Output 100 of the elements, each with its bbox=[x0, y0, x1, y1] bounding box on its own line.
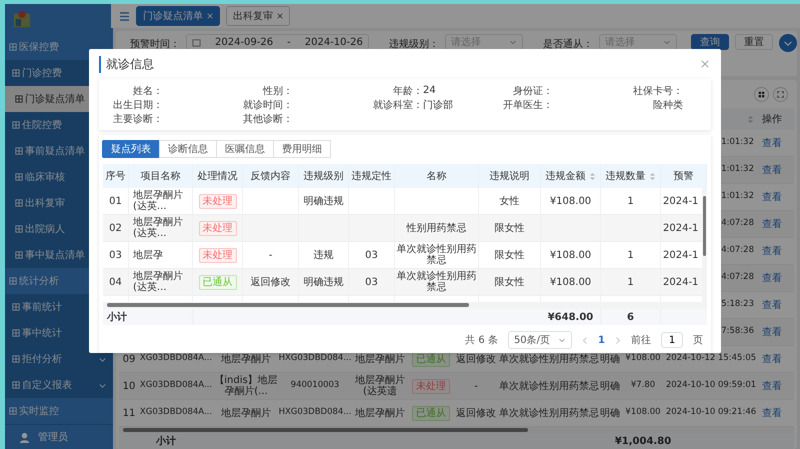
field-label: 险种类 bbox=[652, 98, 683, 112]
filter-label: 预警时间： bbox=[130, 38, 180, 51]
tab[interactable]: 诊断信息 bbox=[159, 140, 217, 158]
grid-icon bbox=[15, 225, 23, 233]
dialog-title: 就诊信息 bbox=[99, 56, 154, 72]
field-label: 主要诊断： bbox=[112, 112, 163, 126]
column-header: 违规说明 bbox=[490, 170, 530, 182]
user-icon bbox=[19, 432, 30, 442]
column-header: 项目名称 bbox=[140, 170, 180, 182]
view-link[interactable]: 查看 bbox=[762, 192, 782, 202]
grid-icon bbox=[9, 277, 17, 285]
fullscreen-icon[interactable] bbox=[773, 86, 788, 102]
field-value: 24 bbox=[423, 85, 436, 96]
tab[interactable]: 医嘱信息 bbox=[216, 140, 274, 158]
grid-icon bbox=[9, 407, 17, 415]
horizontal-scrollbar[interactable] bbox=[103, 302, 707, 309]
menu-icon[interactable] bbox=[119, 12, 130, 20]
horizontal-scrollbar[interactable] bbox=[119, 427, 794, 433]
chevron-icon bbox=[508, 38, 517, 46]
table-cell: ¥108.00 bbox=[550, 276, 592, 288]
table-cell: 4:07:28 bbox=[721, 246, 754, 256]
page-tab[interactable]: 门诊疑点清单 bbox=[136, 6, 220, 26]
page-tab[interactable]: 出科复审 bbox=[226, 6, 290, 26]
status-badge: 未处理 bbox=[198, 220, 236, 236]
field-label: 性别： bbox=[262, 84, 293, 98]
table-cell: 返回修改 bbox=[456, 354, 496, 364]
table-cell: ¥108.00 bbox=[550, 196, 592, 206]
sidebar-item[interactable]: 医保控费 bbox=[5, 34, 113, 60]
table-cell: 地层孕酮片 bbox=[355, 354, 405, 364]
table-cell: 1 bbox=[627, 250, 634, 260]
close-icon[interactable] bbox=[277, 13, 283, 19]
table-cell: HXG03DBD084... bbox=[279, 354, 351, 364]
table-cell: 4:07:28 bbox=[721, 273, 754, 283]
view-link[interactable]: 查看 bbox=[762, 408, 782, 418]
column-header: 违规金额 bbox=[546, 170, 586, 182]
table-cell: 03 bbox=[365, 250, 378, 260]
reset-button[interactable]: 重置 bbox=[734, 34, 773, 50]
sidebar-item[interactable]: 实时监控 bbox=[5, 398, 113, 424]
table-cell: 女性 bbox=[500, 196, 520, 206]
column-header: 预警 bbox=[674, 170, 694, 182]
previous-page-icon[interactable] bbox=[582, 336, 588, 344]
table-cell: 性别用药禁忌 bbox=[406, 222, 466, 234]
table-cell: 1:01:32 bbox=[721, 192, 754, 202]
table-cell: 明确 bbox=[600, 354, 620, 364]
table-cell: 10 bbox=[122, 380, 136, 392]
column-header: 操作 bbox=[761, 112, 783, 126]
subtotal-amount: ¥1,004.80 bbox=[614, 436, 672, 446]
query-button[interactable]: 查询 bbox=[690, 34, 729, 50]
view-link[interactable]: 查看 bbox=[762, 326, 782, 338]
tab[interactable]: 费用明细 bbox=[273, 140, 331, 158]
subtotal-amount: ¥648.00 bbox=[548, 312, 594, 322]
view-link[interactable]: 查看 bbox=[762, 354, 782, 364]
sort-icon[interactable] bbox=[747, 114, 754, 124]
grid-icon bbox=[12, 355, 20, 363]
page-size-select[interactable]: 50条/页 bbox=[508, 331, 572, 349]
table-cell: 2024-1 bbox=[663, 222, 698, 234]
sort-icon[interactable] bbox=[648, 172, 656, 180]
grid-icon[interactable] bbox=[754, 86, 769, 102]
page-input[interactable]: 1 bbox=[661, 332, 683, 348]
vertical-scrollbar[interactable] bbox=[702, 188, 707, 302]
view-link[interactable]: 查看 bbox=[762, 138, 782, 148]
table-cell-text: 地层孕酮片(达英... bbox=[133, 190, 184, 212]
user-name: 管理员 bbox=[38, 431, 68, 444]
column-header: 反馈内容 bbox=[250, 170, 290, 182]
logo-icon bbox=[13, 10, 31, 28]
grid-icon bbox=[12, 69, 20, 77]
field-label: 身份证： bbox=[512, 84, 553, 98]
table-cell: HXG03DBD084... bbox=[279, 408, 351, 418]
grid-icon bbox=[9, 43, 17, 51]
sort-icon[interactable] bbox=[588, 172, 596, 180]
table-cell: 单次就诊性别用药禁忌 bbox=[499, 354, 599, 364]
table-cell: 2024-10-10 09:59:01 bbox=[666, 381, 756, 391]
view-link[interactable]: 查看 bbox=[762, 246, 782, 256]
table-cell: 限女性 bbox=[494, 250, 524, 260]
expand-button-icon[interactable] bbox=[778, 34, 797, 52]
view-link[interactable]: 查看 bbox=[762, 300, 782, 310]
view-link[interactable]: 查看 bbox=[762, 218, 782, 230]
table-cell: ¥108.00 bbox=[625, 408, 661, 418]
next-page-icon[interactable] bbox=[615, 336, 621, 344]
page-number[interactable]: 1 bbox=[598, 334, 605, 346]
view-link[interactable]: 查看 bbox=[762, 380, 782, 392]
table-cell: 03 bbox=[365, 276, 378, 288]
table-cell: ¥108.00 bbox=[625, 354, 661, 364]
table-cell: 2024-1 bbox=[663, 250, 698, 260]
table-cell: - bbox=[268, 250, 272, 260]
close-icon[interactable] bbox=[701, 60, 709, 68]
table-cell: 4:07:28 bbox=[721, 219, 754, 229]
table-cell-text: 单次就诊性别用药禁忌 bbox=[396, 244, 478, 266]
view-link[interactable]: 查看 bbox=[762, 164, 782, 176]
table-cell: XG03DBD084A... bbox=[140, 381, 212, 391]
grid-icon bbox=[12, 303, 20, 311]
table-cell: 2024-1 bbox=[663, 196, 698, 206]
field-label: 其他诊断： bbox=[242, 112, 293, 126]
view-link[interactable]: 查看 bbox=[762, 272, 782, 284]
tab[interactable]: 疑点列表 bbox=[102, 140, 160, 158]
goto-label: 前往 bbox=[631, 334, 651, 347]
grid-icon bbox=[12, 121, 20, 129]
table-cell: ¥7.80 bbox=[630, 381, 656, 391]
table-cell: 明确违规 bbox=[304, 196, 344, 206]
filter-label: 是否通从： bbox=[542, 38, 593, 51]
